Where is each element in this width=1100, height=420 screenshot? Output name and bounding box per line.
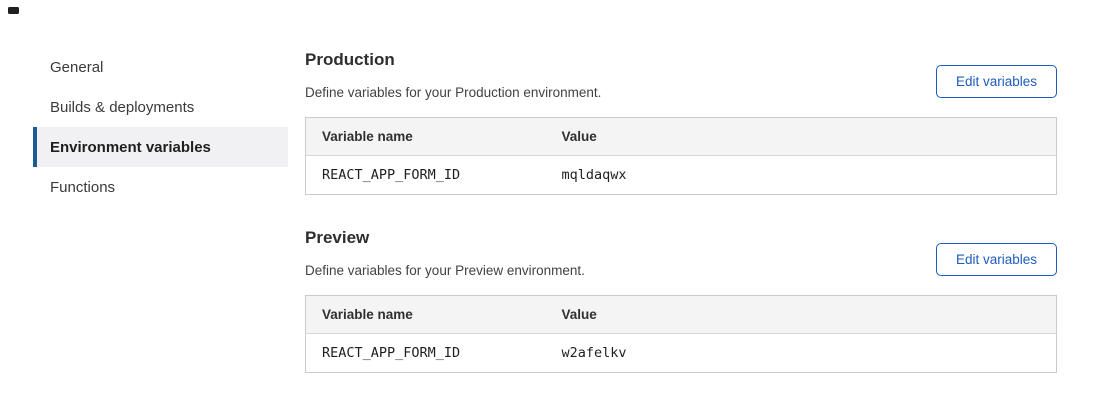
settings-sidebar: General Builds & deployments Environment… — [33, 47, 288, 207]
variable-name-cell: REACT_APP_FORM_ID — [306, 334, 546, 373]
column-header-value: Value — [546, 296, 1057, 334]
sidebar-item-builds-deployments[interactable]: Builds & deployments — [33, 87, 288, 127]
production-section: Production Edit variables Define variabl… — [305, 50, 1057, 195]
column-header-value: Value — [546, 118, 1057, 156]
production-variables-table: Variable name Value REACT_APP_FORM_ID mq… — [305, 117, 1057, 195]
preview-variables-table: Variable name Value REACT_APP_FORM_ID w2… — [305, 295, 1057, 373]
table-row: REACT_APP_FORM_ID mqldaqwx — [306, 156, 1057, 195]
sidebar-item-general[interactable]: General — [33, 47, 288, 87]
preview-section: Preview Edit variables Define variables … — [305, 228, 1057, 373]
table-row: REACT_APP_FORM_ID w2afelkv — [306, 334, 1057, 373]
sidebar-item-functions[interactable]: Functions — [33, 167, 288, 207]
corner-mark-icon — [8, 7, 19, 14]
edit-variables-button-preview[interactable]: Edit variables — [936, 243, 1057, 276]
sidebar-item-environment-variables[interactable]: Environment variables — [33, 127, 288, 167]
sidebar-item-label: Functions — [50, 179, 115, 196]
variable-value-cell: w2afelkv — [546, 334, 1057, 373]
sidebar-item-label: Builds & deployments — [50, 99, 194, 116]
edit-variables-button-production[interactable]: Edit variables — [936, 65, 1057, 98]
sidebar-item-label: General — [50, 59, 103, 76]
settings-content: Production Edit variables Define variabl… — [305, 50, 1057, 390]
column-header-variable-name: Variable name — [306, 118, 546, 156]
sidebar-item-label: Environment variables — [50, 139, 211, 156]
variable-name-cell: REACT_APP_FORM_ID — [306, 156, 546, 195]
variable-value-cell: mqldaqwx — [546, 156, 1057, 195]
column-header-variable-name: Variable name — [306, 296, 546, 334]
table-header-row: Variable name Value — [306, 118, 1057, 156]
table-header-row: Variable name Value — [306, 296, 1057, 334]
